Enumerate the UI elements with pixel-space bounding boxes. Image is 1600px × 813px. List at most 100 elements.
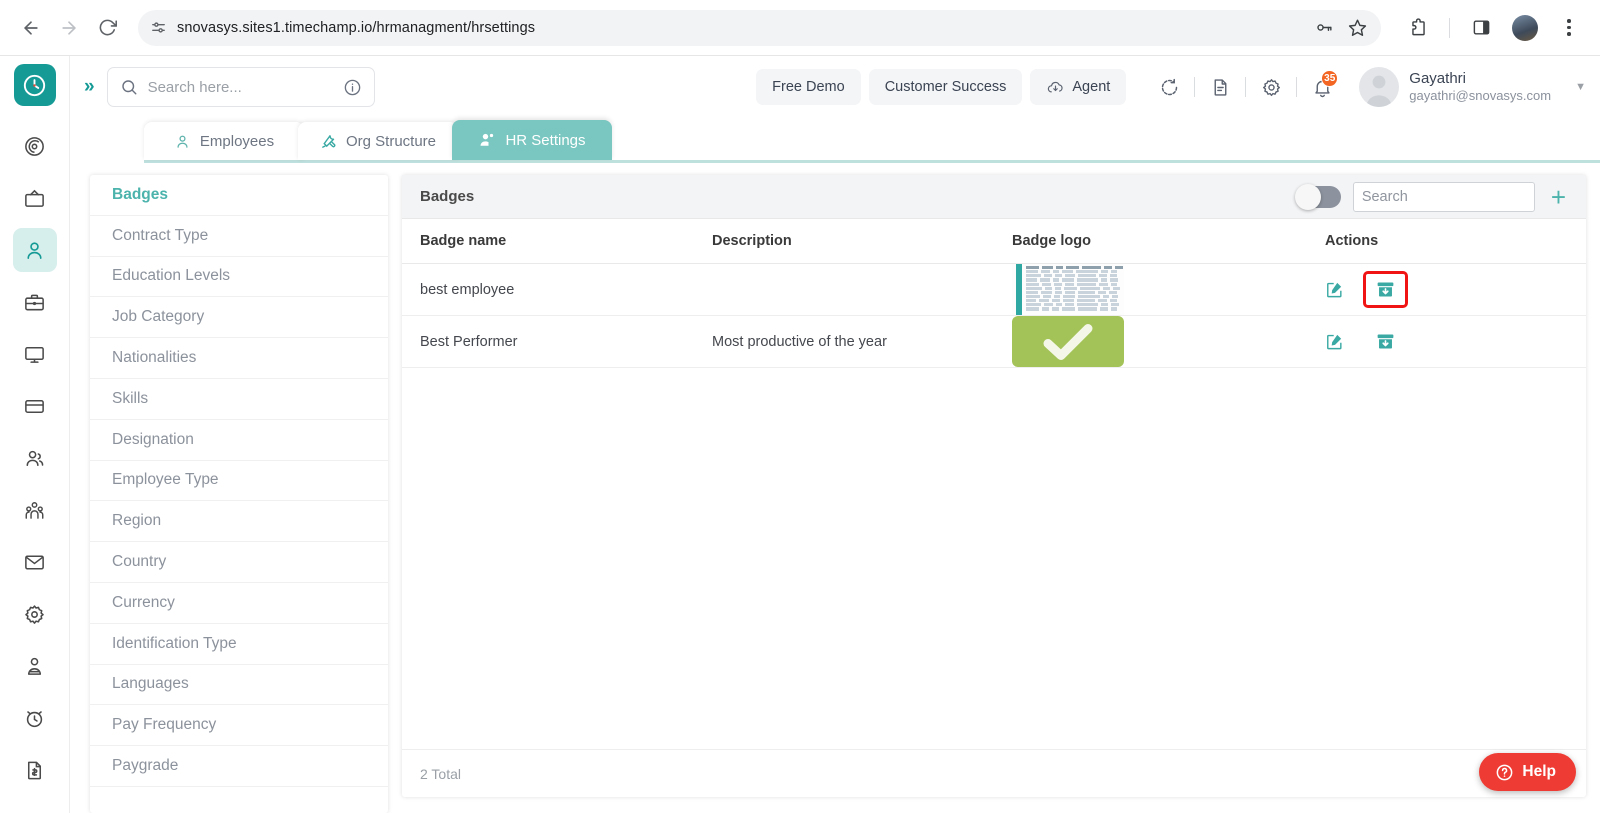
person-icon: [174, 133, 191, 150]
sidebar-item-attendance[interactable]: [13, 696, 57, 740]
expand-menu-icon[interactable]: »: [78, 76, 99, 98]
side-panel-icon[interactable]: [1464, 11, 1498, 45]
settings-item-country[interactable]: Country: [90, 542, 388, 583]
add-badge-button[interactable]: +: [1547, 184, 1570, 210]
panel-footer: 2 Total: [402, 749, 1586, 797]
help-button[interactable]: Help: [1479, 753, 1576, 791]
password-key-icon[interactable]: [1315, 18, 1334, 37]
tab-employees[interactable]: Employees: [144, 122, 304, 160]
agent-label: Agent: [1072, 79, 1111, 95]
settings-item-languages[interactable]: Languages: [90, 665, 388, 706]
notification-count-badge: 35: [1321, 70, 1339, 87]
free-demo-button[interactable]: Free Demo: [756, 69, 861, 105]
table-row[interactable]: Best Performer Most productive of the ye…: [402, 315, 1586, 368]
settings-item-education-levels[interactable]: Education Levels: [90, 257, 388, 298]
settings-item-pay-frequency[interactable]: Pay Frequency: [90, 705, 388, 747]
global-search-input[interactable]: Search here...: [106, 67, 375, 107]
sidebar-item-organization[interactable]: [13, 488, 57, 532]
settings-item-identification-type[interactable]: Identification Type: [90, 624, 388, 665]
settings-item-designation[interactable]: Designation: [90, 420, 388, 461]
sidebar-item-projects[interactable]: [13, 280, 57, 324]
sidebar-item-teams[interactable]: [13, 436, 57, 480]
browser-profile-avatar[interactable]: [1512, 14, 1538, 41]
settings-item-employee-type[interactable]: Employee Type: [90, 461, 388, 502]
panel-search-input[interactable]: Search: [1352, 181, 1535, 212]
settings-item-label: Country: [112, 553, 167, 571]
badges-table-wrapper: Badge name Description Badge logo Action…: [402, 219, 1586, 749]
archive-badge-button[interactable]: [1375, 279, 1396, 300]
extensions-icon[interactable]: [1401, 11, 1435, 45]
topbar-divider-2: [1245, 77, 1247, 97]
sidebar-item-mail[interactable]: [13, 540, 57, 584]
customer-success-label: Customer Success: [884, 79, 1007, 95]
left-icon-rail: [0, 56, 70, 813]
settings-item-label: Currency: [112, 593, 175, 611]
sidebar-item-settings[interactable]: [13, 592, 57, 636]
panel-header: Badges Search +: [402, 175, 1586, 219]
tab-hr-settings-label: HR Settings: [505, 131, 586, 149]
topbar-divider-1: [1194, 77, 1196, 97]
badges-panel: Badges Search + Badge name Description B…: [402, 175, 1586, 797]
settings-item-job-category[interactable]: Job Category: [90, 297, 388, 339]
sidebar-item-dashboard[interactable]: [13, 124, 57, 168]
tab-org-structure[interactable]: Org Structure: [298, 122, 458, 160]
archive-button-highlight: [1363, 271, 1408, 308]
user-profile-menu[interactable]: Gayathri gayathri@snovasys.com ▼: [1351, 67, 1586, 107]
column-header-actions: Actions: [1307, 219, 1586, 264]
green-check-badge-icon: [1012, 316, 1124, 367]
settings-item-region[interactable]: Region: [90, 501, 388, 543]
settings-item-nationalities[interactable]: Nationalities: [90, 338, 388, 379]
column-header-badge-name: Badge name: [402, 219, 712, 264]
url-text: snovasys.sites1.timechamp.io/hrmanagment…: [177, 19, 536, 36]
chevron-down-icon[interactable]: ▼: [1575, 81, 1586, 93]
tab-hr-settings[interactable]: HR Settings: [452, 120, 612, 160]
hr-settings-menu: Badges Contract Type Education Levels Jo…: [90, 175, 388, 813]
edit-badge-button[interactable]: [1325, 280, 1344, 299]
user-email: gayathri@snovasys.com: [1409, 88, 1552, 104]
app-logo-clock-icon[interactable]: [13, 64, 56, 106]
settings-item-badges[interactable]: Badges: [90, 175, 388, 216]
table-header-row: Badge name Description Badge logo Action…: [402, 219, 1586, 264]
bookmark-star-icon[interactable]: [1348, 18, 1367, 37]
gear-icon[interactable]: [1250, 66, 1292, 108]
settings-item-currency[interactable]: Currency: [90, 583, 388, 624]
main-column: » Search here... Free Demo Customer Succ…: [70, 56, 1600, 813]
cell-actions: [1307, 263, 1586, 316]
edit-badge-button[interactable]: [1325, 332, 1344, 351]
info-icon[interactable]: [343, 78, 362, 97]
browser-forward-button[interactable]: [52, 11, 86, 45]
archive-toggle[interactable]: [1294, 183, 1341, 210]
table-row[interactable]: best employee: [402, 263, 1586, 316]
notifications-bell-icon[interactable]: 35: [1301, 66, 1343, 108]
global-search-placeholder: Search here...: [147, 78, 242, 96]
sidebar-item-clients[interactable]: [13, 644, 57, 688]
document-icon[interactable]: [1199, 66, 1241, 108]
customer-success-button[interactable]: Customer Success: [868, 69, 1023, 105]
sidebar-item-invoices[interactable]: [13, 748, 57, 792]
toolbar-divider: [1449, 17, 1450, 38]
refresh-icon[interactable]: [1148, 66, 1190, 108]
browser-reload-button[interactable]: [90, 11, 124, 45]
browser-url-bar[interactable]: snovasys.sites1.timechamp.io/hrmanagment…: [138, 9, 1381, 46]
spreadsheet-screenshot-icon: [1012, 264, 1124, 315]
site-info-icon[interactable]: [150, 19, 167, 36]
sidebar-item-devices[interactable]: [13, 332, 57, 376]
topbar-divider-3: [1296, 77, 1298, 97]
agent-button[interactable]: Agent: [1030, 69, 1127, 105]
archive-badge-button[interactable]: [1375, 331, 1396, 352]
settings-item-contract-type[interactable]: Contract Type: [90, 216, 388, 257]
cell-actions: [1307, 315, 1586, 368]
browser-back-button[interactable]: [14, 11, 48, 45]
tools-icon: [320, 133, 337, 150]
sidebar-item-live-view[interactable]: [13, 176, 57, 220]
sidebar-item-hr-management[interactable]: [12, 228, 57, 272]
person-gear-icon: [478, 131, 496, 149]
avatar: [1359, 67, 1400, 107]
settings-item-paygrade[interactable]: Paygrade: [90, 746, 388, 787]
cell-badge-logo: [1012, 315, 1307, 368]
settings-item-skills[interactable]: Skills: [90, 379, 388, 420]
settings-item-label: Contract Type: [112, 226, 209, 244]
browser-menu-icon[interactable]: [1552, 11, 1586, 45]
app-root: » Search here... Free Demo Customer Succ…: [0, 56, 1600, 813]
sidebar-item-payroll[interactable]: [13, 384, 57, 428]
